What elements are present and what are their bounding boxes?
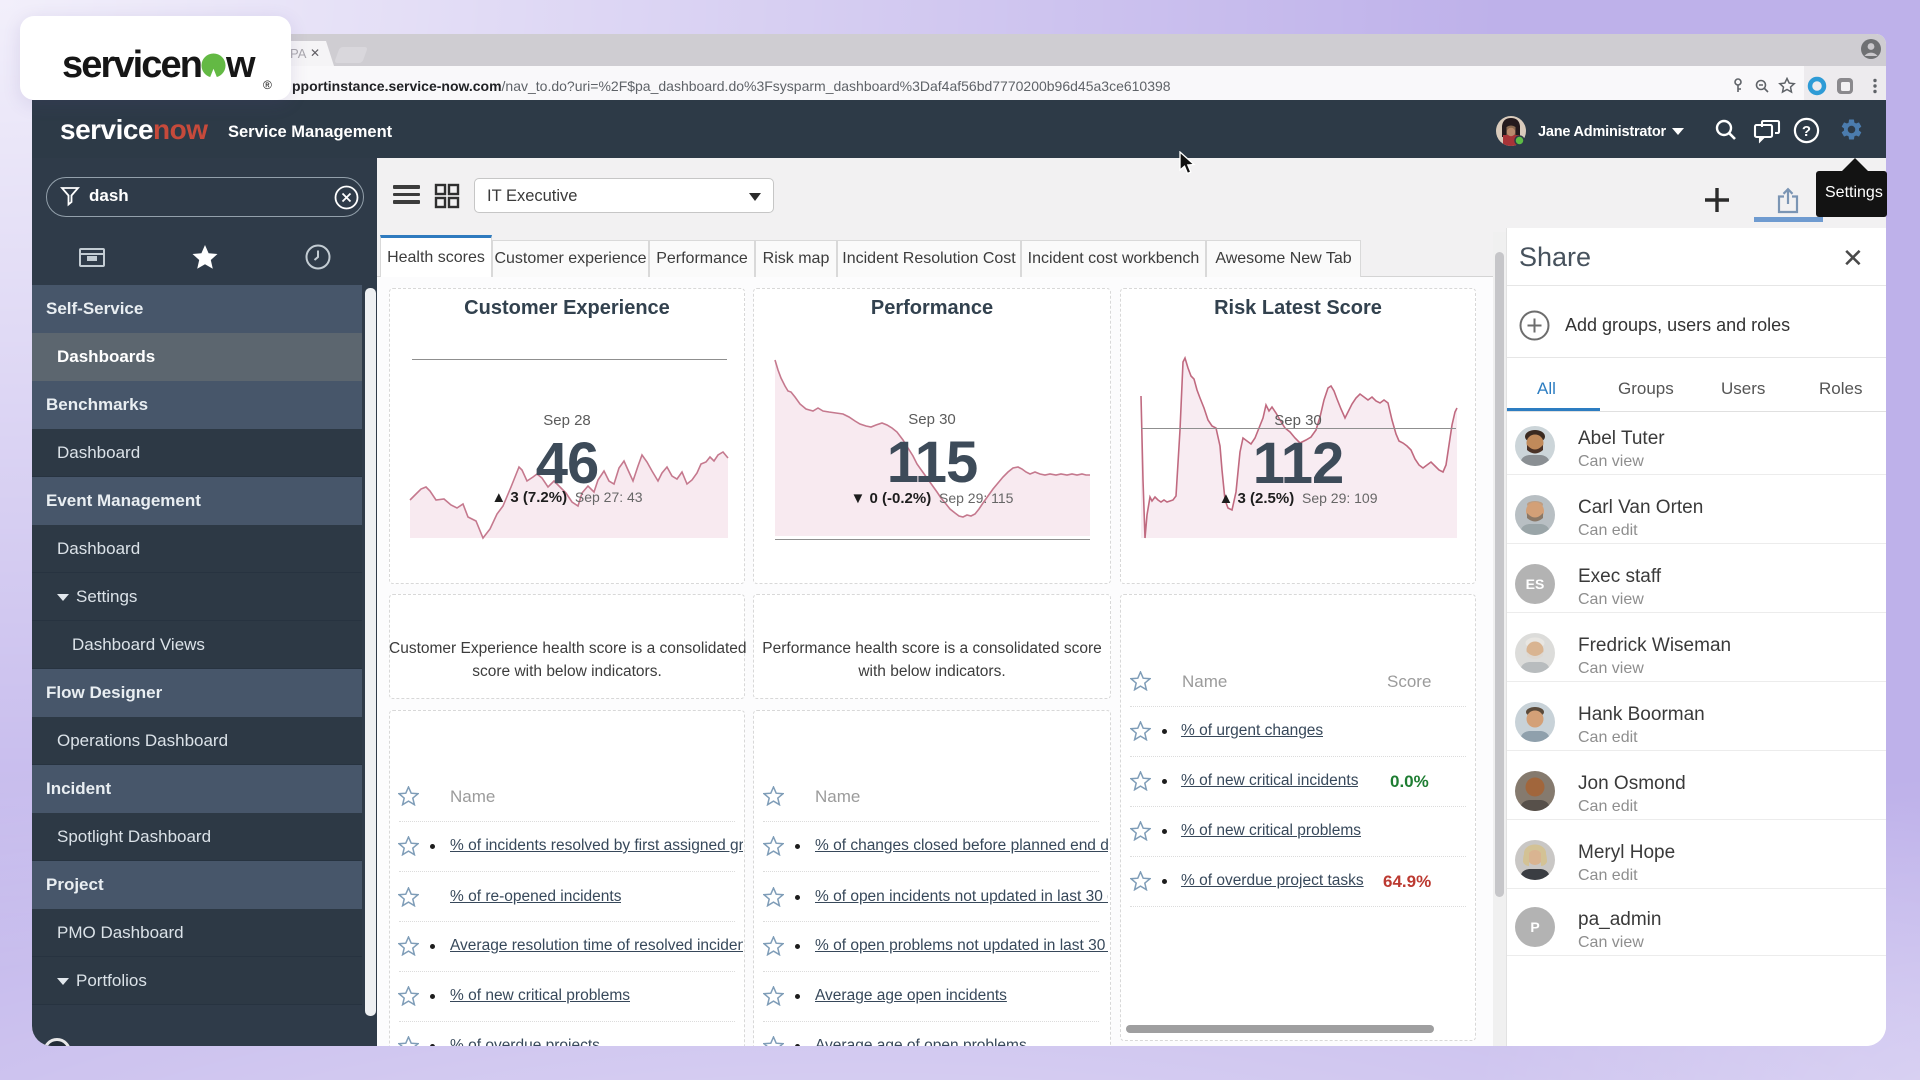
svg-text:?: ? [1802, 123, 1811, 140]
